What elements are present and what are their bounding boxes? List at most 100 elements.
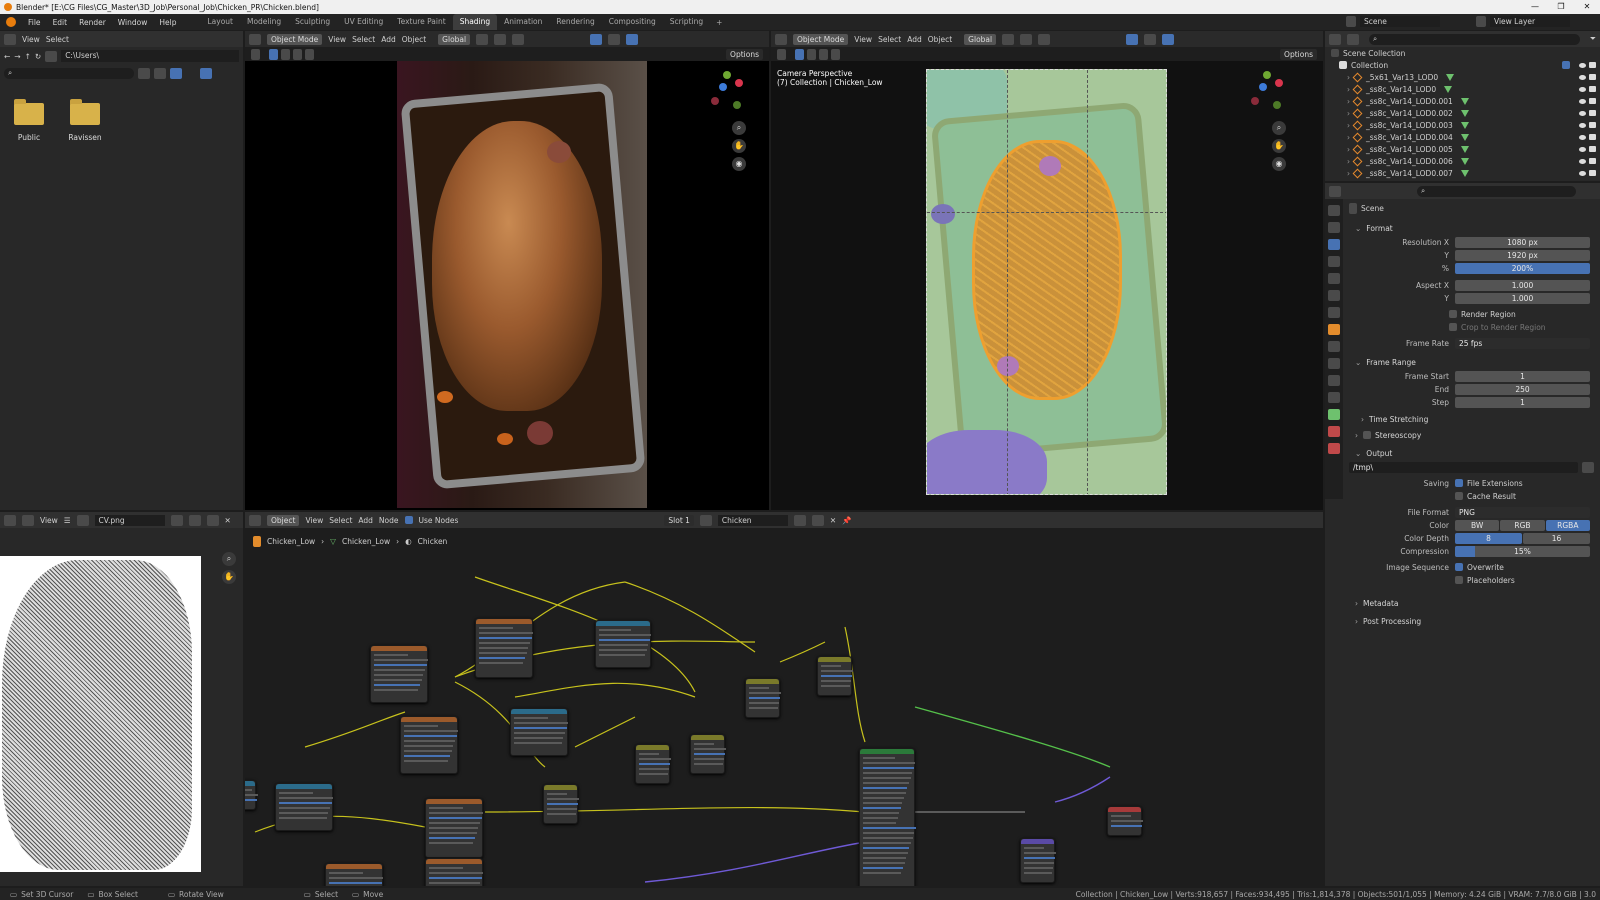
node-socket-row[interactable] (547, 793, 567, 795)
color-rgb-button[interactable]: RGB (1500, 519, 1545, 531)
node-socket-row[interactable] (863, 822, 896, 824)
node-socket-row[interactable] (1024, 867, 1054, 869)
aspect-x-field[interactable]: 1.000 (1455, 279, 1590, 291)
world-tab-icon[interactable] (1328, 290, 1340, 301)
snap-icon[interactable] (494, 33, 507, 45)
node-socket-row[interactable] (863, 832, 915, 834)
render-camera-icon[interactable] (1589, 146, 1596, 152)
shader-node[interactable] (325, 863, 384, 886)
node-socket-row[interactable] (279, 792, 313, 794)
node-socket-row[interactable] (329, 882, 382, 884)
data-tab-icon[interactable] (1328, 409, 1340, 420)
metadata-section-header[interactable]: › Metadata (1345, 596, 1600, 610)
frame-rate-dropdown[interactable]: 25 fps (1455, 337, 1590, 349)
node-socket-row[interactable] (1024, 847, 1044, 849)
shader-node[interactable] (245, 780, 258, 810)
view-layer-tab-icon[interactable] (1328, 256, 1340, 267)
node-socket-row[interactable] (279, 807, 330, 809)
node-socket-row[interactable] (279, 812, 329, 814)
crop-checkbox[interactable] (1449, 323, 1457, 331)
render-region-checkbox[interactable] (1449, 310, 1457, 318)
visibility-eye-icon[interactable] (1579, 74, 1586, 80)
mesh-data-icon[interactable] (1460, 109, 1469, 117)
node-header[interactable] (691, 735, 724, 740)
depth-8-button[interactable]: 8 (1455, 532, 1522, 544)
node-header[interactable] (426, 859, 482, 864)
menu-render[interactable]: Render (73, 18, 112, 27)
node-header[interactable] (371, 646, 427, 651)
node-socket-row[interactable] (821, 670, 853, 672)
view-menu[interactable]: View (22, 35, 40, 44)
path-field[interactable]: C:\Users\ (61, 50, 239, 62)
node-socket-row[interactable] (863, 872, 902, 874)
node-socket-row[interactable] (599, 649, 647, 651)
node-socket-row[interactable] (1111, 820, 1143, 822)
node-socket-row[interactable] (863, 812, 900, 814)
filter-icon[interactable] (200, 67, 212, 79)
workspace-tab-shading[interactable]: Shading (452, 14, 498, 30)
frame-step-field[interactable]: 1 (1455, 396, 1590, 408)
node-socket-row[interactable] (749, 697, 781, 699)
workspace-tab-modeling[interactable]: Modeling (240, 14, 288, 30)
render-tab-icon[interactable] (1328, 222, 1340, 233)
display-vertical-icon[interactable] (138, 67, 150, 79)
proportional-icon[interactable] (1038, 33, 1051, 45)
expand-arrow-icon[interactable]: › (1347, 109, 1350, 118)
scene-name[interactable]: Scene (1360, 16, 1440, 27)
expand-arrow-icon[interactable]: › (1347, 145, 1350, 154)
parent-dir-icon[interactable]: ↑ (25, 52, 31, 61)
node-socket-row[interactable] (404, 735, 457, 737)
node-socket-row[interactable] (429, 822, 480, 824)
object-menu[interactable]: Object (402, 35, 426, 44)
output-section-header[interactable]: ⌄ Output (1345, 446, 1600, 460)
folder-item-public[interactable]: Public (4, 99, 54, 142)
mesh-data-icon[interactable] (1446, 73, 1455, 81)
frame-end-field[interactable]: 250 (1455, 383, 1590, 395)
select-mode-subtract-icon[interactable] (819, 48, 828, 60)
node-header[interactable] (544, 785, 577, 790)
orientation-selector[interactable]: Global (438, 33, 471, 45)
node-socket-row[interactable] (429, 807, 463, 809)
back-icon[interactable]: ← (4, 52, 10, 61)
node-header[interactable] (326, 864, 382, 869)
expand-arrow-icon[interactable]: › (1347, 157, 1350, 166)
snap-icon[interactable] (1020, 33, 1033, 45)
modifier-tab-icon[interactable] (1328, 341, 1340, 352)
render-camera-icon[interactable] (1589, 62, 1596, 68)
node-socket-row[interactable] (639, 753, 659, 755)
close-button[interactable]: ✕ (1574, 0, 1600, 14)
folder-item-ravissen[interactable]: Ravissen (60, 99, 110, 142)
view-layer-name[interactable]: View Layer (1490, 16, 1570, 27)
node-socket-row[interactable] (329, 872, 363, 874)
mesh-data-icon[interactable] (1460, 145, 1469, 153)
image-name-field[interactable]: CV.png (94, 514, 165, 526)
expand-arrow-icon[interactable]: › (1347, 97, 1350, 106)
node-socket-row[interactable] (429, 837, 475, 839)
gizmo-x-axis[interactable] (735, 79, 743, 87)
shader-node[interactable] (1020, 838, 1056, 883)
outliner-collection[interactable]: Collection (1325, 59, 1600, 71)
node-header[interactable] (596, 621, 650, 626)
refresh-icon[interactable]: ↻ (35, 52, 41, 61)
image-canvas[interactable] (0, 556, 201, 872)
folder-browse-icon[interactable] (1582, 461, 1594, 473)
outliner-object-row[interactable]: › _ss8c_Var14_LOD0.005 (1325, 143, 1600, 155)
node-socket-row[interactable] (863, 797, 905, 799)
shader-node[interactable] (690, 734, 726, 774)
node-socket-row[interactable] (374, 689, 419, 691)
object-menu[interactable]: Object (928, 35, 952, 44)
node-socket-row[interactable] (404, 755, 450, 757)
select-tool-icon[interactable] (251, 48, 260, 60)
color-rgba-button[interactable]: RGBA (1545, 519, 1590, 531)
node-socket-row[interactable] (429, 867, 463, 869)
proportional-icon[interactable] (512, 33, 525, 45)
node-socket-row[interactable] (821, 675, 853, 677)
node-socket-row[interactable] (279, 817, 327, 819)
aspect-y-field[interactable]: 1.000 (1455, 292, 1590, 304)
node-socket-row[interactable] (479, 627, 513, 629)
node-header[interactable] (860, 749, 914, 754)
navigation-gizmo[interactable] (707, 71, 747, 111)
shader-node[interactable] (275, 783, 334, 831)
editor-type-icon[interactable] (249, 33, 261, 45)
select-mode-subtract-icon[interactable] (293, 48, 302, 60)
